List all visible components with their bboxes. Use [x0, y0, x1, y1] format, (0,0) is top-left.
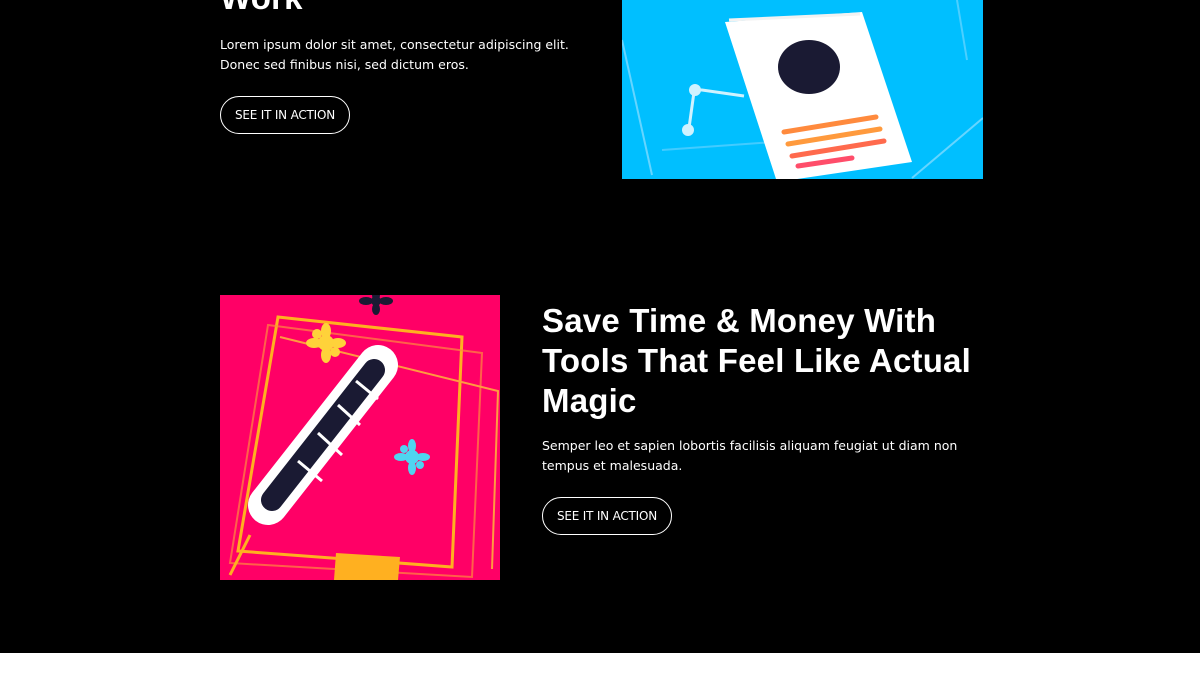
document-with-pushpin-icon — [622, 0, 983, 179]
feature-1-description: Lorem ipsum dolor sit amet, consectetur … — [220, 37, 569, 72]
magic-wand-book-icon — [220, 295, 500, 580]
see-it-in-action-button-2[interactable]: SEE IT IN ACTION — [542, 497, 672, 535]
next-section-start — [0, 653, 1200, 675]
feature-2-description: Semper leo et sapien lobortis facilisis … — [542, 438, 958, 473]
magic-wand-illustration — [220, 295, 500, 580]
features-section: Work Lorem ipsum dolor sit amet, consect… — [0, 0, 1200, 653]
see-it-in-action-button-1[interactable]: SEE IT IN ACTION — [220, 96, 350, 134]
document-illustration — [622, 0, 983, 179]
feature-2-heading: Save Time & Money With Tools That Feel L… — [542, 302, 971, 419]
feature-1-heading: Work — [220, 0, 303, 18]
